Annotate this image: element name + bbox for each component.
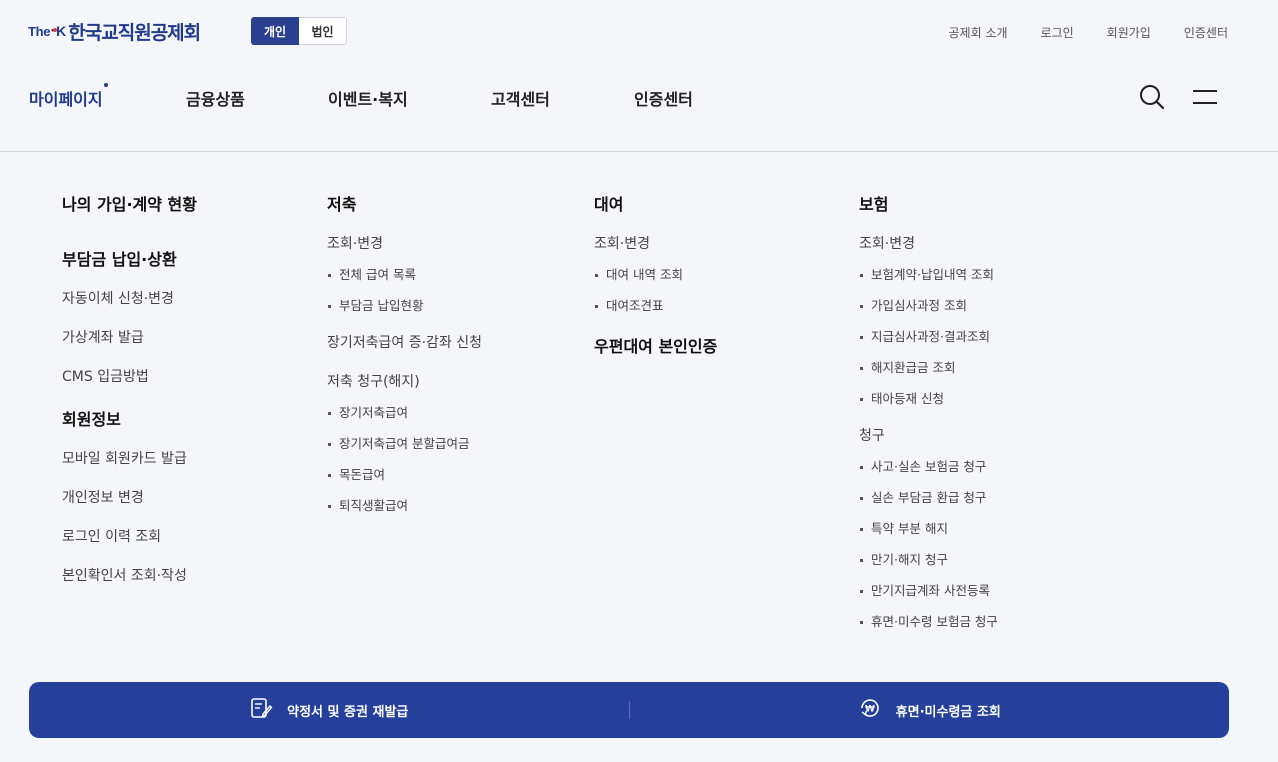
logo-the: The bbox=[28, 23, 51, 39]
member-info-heading[interactable]: 회원정보 bbox=[62, 408, 197, 432]
list-item[interactable]: 휴면·미수령 보험금 청구 bbox=[859, 613, 998, 631]
utility-links: 공제회 소개 로그인 회원가입 인증센터 bbox=[949, 24, 1228, 41]
list-item[interactable]: 퇴직생활급여 bbox=[327, 497, 482, 515]
quick-action-bar: 약정서 및 증권 재발급 ₩ 휴면·미수령금 조회 bbox=[29, 682, 1229, 738]
logo[interactable]: The · K 한국교직원공제회 bbox=[28, 18, 201, 44]
nav-financial-products[interactable]: 금융상품 bbox=[186, 86, 245, 110]
login-history-link[interactable]: 로그인 이력 조회 bbox=[62, 527, 197, 547]
personal-info-link[interactable]: 개인정보 변경 bbox=[62, 488, 197, 508]
login-link[interactable]: 로그인 bbox=[1041, 24, 1074, 41]
list-item[interactable]: 대여조견표 bbox=[594, 297, 717, 315]
certificate-reissue-label: 약정서 및 증권 재발급 bbox=[287, 704, 409, 720]
list-item[interactable]: 전체 급여 목록 bbox=[327, 266, 482, 284]
certification-link[interactable]: 인증센터 bbox=[1184, 24, 1228, 41]
about-link[interactable]: 공제회 소개 bbox=[949, 24, 1008, 41]
long-term-savings-change-link[interactable]: 장기저축급여 증·감좌 신청 bbox=[327, 333, 482, 353]
list-item[interactable]: 보험계약·납입내역 조회 bbox=[859, 266, 998, 284]
search-icon[interactable] bbox=[1137, 82, 1167, 112]
top-bar: The · K 한국교직원공제회 개인 법인 공제회 소개 로그인 회원가입 인… bbox=[0, 0, 1278, 64]
insurance-claim-label[interactable]: 청구 bbox=[859, 426, 998, 446]
list-item[interactable]: 가입심사과정 조회 bbox=[859, 297, 998, 315]
dormant-funds-button[interactable]: ₩ 휴면·미수령금 조회 bbox=[630, 682, 1230, 738]
postal-loan-auth-heading[interactable]: 우편대여 본인인증 bbox=[594, 335, 717, 359]
nav-customer-center[interactable]: 고객센터 bbox=[491, 86, 550, 110]
nav-mypage[interactable]: 마이페이지 bbox=[29, 83, 108, 110]
mobile-card-link[interactable]: 모바일 회원카드 발급 bbox=[62, 449, 197, 469]
signup-link[interactable]: 회원가입 bbox=[1107, 24, 1151, 41]
auto-transfer-link[interactable]: 자동이체 신청·변경 bbox=[62, 289, 197, 309]
individual-tab[interactable]: 개인 bbox=[251, 17, 299, 45]
savings-inquiry-label[interactable]: 조회·변경 bbox=[327, 234, 482, 254]
loan-heading[interactable]: 대여 bbox=[594, 193, 717, 217]
hamburger-menu-icon[interactable] bbox=[1190, 82, 1220, 112]
won-refresh-icon: ₩ bbox=[858, 696, 882, 724]
dormant-funds-label: 휴면·미수령금 조회 bbox=[895, 704, 1001, 720]
list-item[interactable]: 부담금 납입현황 bbox=[327, 297, 482, 315]
list-item[interactable]: 장기저축급여 bbox=[327, 404, 482, 422]
corporate-tab[interactable]: 법인 bbox=[299, 17, 347, 45]
svg-text:₩: ₩ bbox=[865, 705, 875, 715]
main-nav: 마이페이지 금융상품 이벤트·복지 고객센터 인증센터 bbox=[0, 64, 1278, 152]
loan-column: 대여 조회·변경 대여 내역 조회 대여조견표 우편대여 본인인증 bbox=[594, 193, 717, 359]
virtual-account-link[interactable]: 가상계좌 발급 bbox=[62, 328, 197, 348]
list-item[interactable]: 목돈급여 bbox=[327, 466, 482, 484]
savings-heading[interactable]: 저축 bbox=[327, 193, 482, 217]
contract-status-heading[interactable]: 나의 가입·계약 현황 bbox=[62, 193, 197, 217]
list-item[interactable]: 태아등재 신청 bbox=[859, 390, 998, 408]
list-item[interactable]: 장기저축급여 분할급여금 bbox=[327, 435, 482, 453]
contribution-heading[interactable]: 부담금 납입·상환 bbox=[62, 248, 197, 272]
identity-confirmation-link[interactable]: 본인확인서 조회·작성 bbox=[62, 566, 197, 586]
logo-name: 한국교직원공제회 bbox=[68, 21, 201, 44]
nav-events-welfare[interactable]: 이벤트·복지 bbox=[328, 86, 408, 110]
insurance-column: 보험 조회·변경 보험계약·납입내역 조회 가입심사과정 조회 지급심사과정·결… bbox=[859, 193, 998, 631]
savings-column: 저축 조회·변경 전체 급여 목록 부담금 납입현황 장기저축급여 증·감좌 신… bbox=[327, 193, 482, 515]
loan-inquiry-label[interactable]: 조회·변경 bbox=[594, 234, 717, 254]
list-item[interactable]: 실손 부담금 환급 청구 bbox=[859, 489, 998, 507]
cms-deposit-link[interactable]: CMS 입금방법 bbox=[62, 367, 197, 387]
insurance-heading[interactable]: 보험 bbox=[859, 193, 998, 217]
list-item[interactable]: 특약 부분 해지 bbox=[859, 520, 998, 538]
savings-claim-label[interactable]: 저축 청구(해지) bbox=[327, 372, 482, 392]
mypage-column: 나의 가입·계약 현황 부담금 납입·상환 자동이체 신청·변경 가상계좌 발급… bbox=[62, 193, 197, 586]
list-item[interactable]: 대여 내역 조회 bbox=[594, 266, 717, 284]
list-item[interactable]: 사고·실손 보험금 청구 bbox=[859, 458, 998, 476]
list-item[interactable]: 만기지급계좌 사전등록 bbox=[859, 582, 998, 600]
member-type-toggle: 개인 법인 bbox=[251, 17, 347, 45]
certificate-reissue-button[interactable]: 약정서 및 증권 재발급 bbox=[29, 682, 629, 738]
logo-k: K bbox=[53, 23, 67, 39]
list-item[interactable]: 만기·해지 청구 bbox=[859, 551, 998, 569]
list-item[interactable]: 해지환급금 조회 bbox=[859, 359, 998, 377]
nav-certification-center[interactable]: 인증센터 bbox=[634, 86, 693, 110]
document-edit-icon bbox=[249, 696, 273, 724]
insurance-inquiry-label[interactable]: 조회·변경 bbox=[859, 234, 998, 254]
list-item[interactable]: 지급심사과정·결과조회 bbox=[859, 328, 998, 346]
